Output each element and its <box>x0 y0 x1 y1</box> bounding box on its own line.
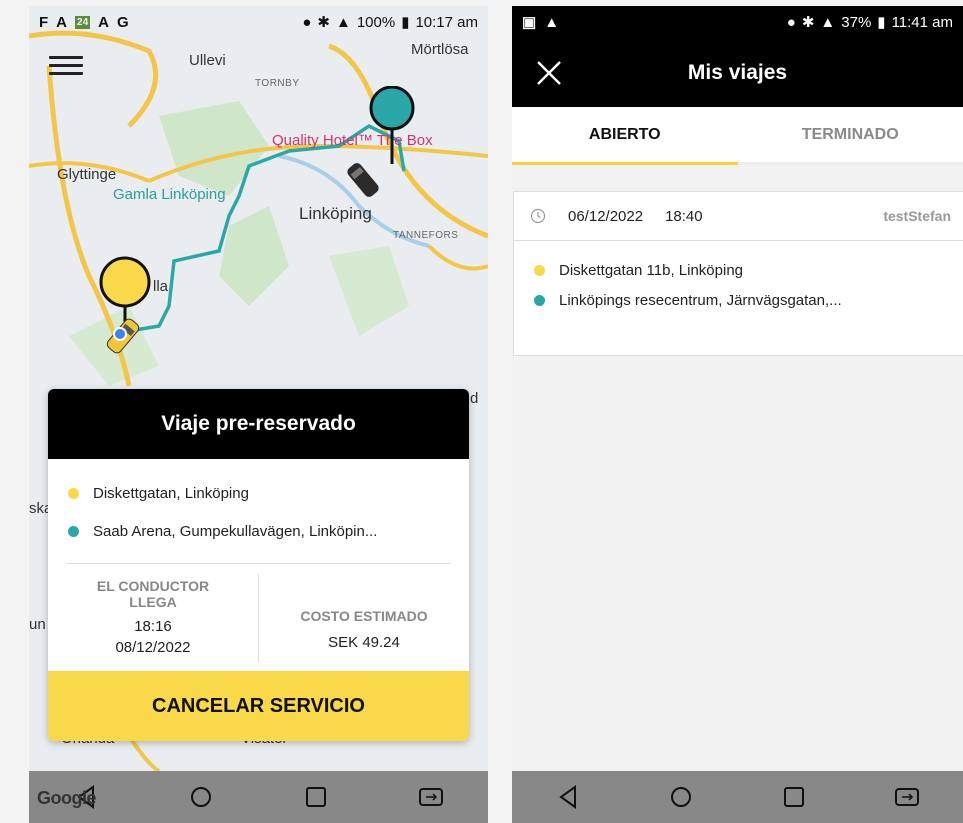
dropoff-pin-icon <box>369 86 415 164</box>
battery-icon: ▮ <box>401 14 410 31</box>
map-label-gamla-linkoping: Gamla Linköping <box>113 186 226 203</box>
clock-time: 11:41 am <box>891 13 953 31</box>
estimated-cost-value: SEK 49.24 <box>328 633 400 651</box>
trip-time: 18:40 <box>665 207 703 225</box>
map-label-un: un <box>29 616 46 633</box>
signal-icon: ▲ <box>335 13 351 31</box>
pickup-address: Diskettgatan, Linköping <box>93 484 249 502</box>
map-label-mortlosa: Mörtlösa <box>411 41 469 58</box>
phone-a-screen: Ullevi Mörtlösa TORNBY Quality Hotel™ Th… <box>29 6 488 823</box>
status-icon: 24 <box>75 15 91 29</box>
status-notifications: ▣ ▲ <box>522 13 560 32</box>
title-bar: Mis viajes <box>512 38 963 107</box>
trip-user: testStefan <box>883 208 951 224</box>
signal-icon: ▲ <box>820 13 836 31</box>
android-nav-bar: Google <box>29 771 488 823</box>
status-icon: F <box>39 13 49 31</box>
map-label-linkoping: Linköping <box>299 204 372 223</box>
trip-stops: Diskettgatan 11b, Linköping Linköpings r… <box>514 241 963 315</box>
status-icon: G <box>116 13 129 31</box>
bluetooth-icon: ✱ <box>317 14 330 31</box>
location-icon: ● <box>302 13 312 31</box>
dropoff-dot-icon <box>68 525 79 537</box>
trip-info: EL CONDUCTOR LLEGA 18:16 08/12/2022 COST… <box>48 564 469 672</box>
location-icon: ● <box>786 13 796 31</box>
home-icon[interactable] <box>181 777 221 817</box>
status-icon: A <box>56 13 68 31</box>
warning-icon: ▲ <box>544 13 560 31</box>
driver-arrival-label: EL CONDUCTOR LLEGA <box>96 578 210 610</box>
image-icon: ▣ <box>522 14 537 31</box>
google-logo: Google <box>37 788 97 808</box>
dropoff-stop: Saab Arena, Gumpekullavägen, Linköpin... <box>48 513 469 549</box>
card-title: Viaje pre-reservado <box>48 389 469 459</box>
map-label-tannefors: TANNEFORS <box>393 230 459 241</box>
clock-icon <box>530 208 546 224</box>
map-label-ullevi: Ullevi <box>189 52 226 69</box>
phone-b-screen: ▣ ▲ ● ✱ ▲ 37% ▮ 11:41 am Mis viajes ABIE… <box>512 6 963 823</box>
prebooked-trip-card: Viaje pre-reservado Diskettgatan, Linköp… <box>48 389 469 741</box>
car-icon <box>347 163 379 197</box>
pickup-stop: Diskettgatan, Linköping <box>48 475 469 511</box>
trip-dropoff-address: Linköpings resecentrum, Järnvägsgatan,..… <box>559 291 842 309</box>
switch-icon[interactable] <box>411 777 451 817</box>
status-system: ● ✱ ▲ 100% ▮ 10:17 am <box>302 13 478 32</box>
page-title: Mis viajes <box>687 60 788 84</box>
battery-icon: ▮ <box>877 14 886 31</box>
trip-header: 06/12/2022 18:40 testStefan <box>514 192 963 241</box>
map-label-lla: lla <box>153 278 169 295</box>
trip-tabs: ABIERTO TERMINADO <box>512 107 963 165</box>
recents-icon[interactable] <box>296 777 336 817</box>
cancel-service-button[interactable]: CANCELAR SERVICIO <box>48 671 469 741</box>
recents-icon[interactable] <box>774 777 814 817</box>
android-nav-bar <box>512 771 963 823</box>
pickup-dot-icon <box>68 487 79 499</box>
taxi-icon <box>106 318 140 354</box>
map-label-d: d <box>470 390 479 407</box>
trip-dropoff: Linköpings resecentrum, Järnvägsgatan,..… <box>514 285 963 315</box>
map-label-tornby: TORNBY <box>255 78 300 89</box>
status-bar: F A 24 A G ● ✱ ▲ 100% ▮ 10:17 am <box>29 6 488 38</box>
menu-icon[interactable] <box>49 56 83 80</box>
close-icon[interactable] <box>534 58 564 88</box>
trip-pickup: Diskettgatan 11b, Linköping <box>514 255 963 285</box>
bluetooth-icon: ✱ <box>801 14 815 31</box>
driver-arrival-time: 18:16 <box>134 618 172 635</box>
battery-percent: 100% <box>356 13 396 31</box>
estimated-cost-label: COSTO ESTIMADO <box>300 607 428 624</box>
estimated-cost: COSTO ESTIMADO SEK 49.24 <box>258 574 469 662</box>
dropoff-dot-icon <box>534 294 545 306</box>
battery-percent: 37% <box>841 13 872 31</box>
status-bar: ▣ ▲ ● ✱ ▲ 37% ▮ 11:41 am <box>512 6 963 38</box>
home-icon[interactable] <box>661 777 701 817</box>
clock-time: 10:17 am <box>415 13 478 31</box>
trip-date: 06/12/2022 <box>568 207 644 225</box>
trip-list-item[interactable]: 06/12/2022 18:40 testStefan Diskettgatan… <box>513 191 963 356</box>
status-system: ● ✱ ▲ 37% ▮ 11:41 am <box>786 13 953 32</box>
back-icon[interactable] <box>548 777 588 817</box>
status-icon: A <box>98 13 109 31</box>
dropoff-address: Saab Arena, Gumpekullavägen, Linköpin... <box>93 522 378 540</box>
switch-icon[interactable] <box>887 777 927 817</box>
driver-arrival-date: 08/12/2022 <box>115 639 191 656</box>
status-notifications: F A 24 A G <box>39 14 129 31</box>
tab-open[interactable]: ABIERTO <box>512 107 738 165</box>
driver-arrival: EL CONDUCTOR LLEGA 18:16 08/12/2022 <box>48 564 258 672</box>
map-label-glyttinge: Glyttinge <box>57 166 117 183</box>
trip-pickup-address: Diskettgatan 11b, Linköping <box>559 261 744 279</box>
tab-finished[interactable]: TERMINADO <box>738 107 963 162</box>
pickup-dot-icon <box>534 264 545 276</box>
